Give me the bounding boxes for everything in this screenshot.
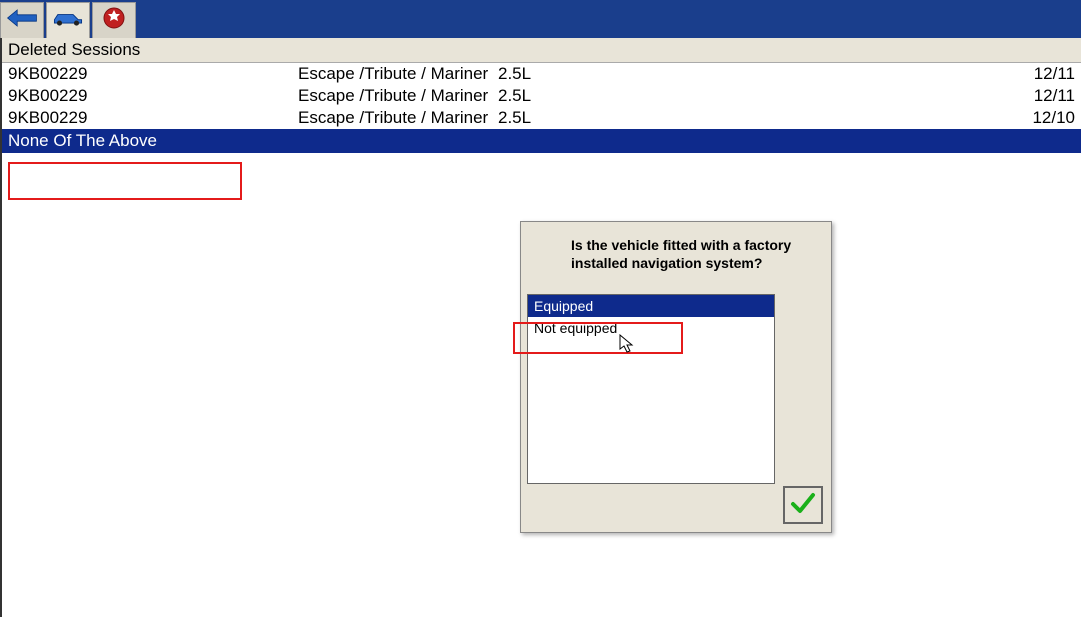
checkmark-icon (790, 490, 816, 521)
session-date: 12/11 (1015, 86, 1075, 106)
session-row[interactable]: 9KB00229 Escape /Tribute / Mariner 2.5L … (2, 85, 1081, 107)
content-area: Deleted Sessions 9KB00229 Escape /Tribut… (0, 38, 1081, 617)
car-icon (51, 8, 85, 33)
tools-icon (100, 4, 128, 37)
title-bar (0, 0, 1081, 38)
tab-back[interactable] (0, 2, 44, 38)
session-row[interactable]: 9KB00229 Escape /Tribute / Mariner 2.5L … (2, 107, 1081, 129)
session-vin: 9KB00229 (8, 86, 298, 106)
session-vehicle: Escape /Tribute / Mariner (298, 108, 498, 128)
option-equipped[interactable]: Equipped (528, 295, 774, 317)
back-arrow-icon (6, 6, 38, 35)
highlight-box-none (8, 162, 242, 200)
session-vin: 9KB00229 (8, 64, 298, 84)
session-vin: 9KB00229 (8, 108, 298, 128)
toolbar-tabs (0, 0, 138, 38)
navigation-dialog: Is the vehicle fitted with a factory ins… (520, 221, 832, 533)
tab-vehicle[interactable] (46, 2, 90, 38)
section-header: Deleted Sessions (2, 38, 1081, 63)
tab-tools[interactable] (92, 2, 136, 38)
dialog-question: Is the vehicle fitted with a factory ins… (521, 222, 831, 282)
session-date: 12/10 (1015, 108, 1075, 128)
ok-button[interactable] (783, 486, 823, 524)
session-engine: 2.5L (498, 108, 1015, 128)
option-not-equipped[interactable]: Not equipped (528, 317, 774, 339)
session-date: 12/11 (1015, 64, 1075, 84)
session-engine: 2.5L (498, 86, 1015, 106)
session-engine: 2.5L (498, 64, 1015, 84)
session-row[interactable]: 9KB00229 Escape /Tribute / Mariner 2.5L … (2, 63, 1081, 85)
session-vehicle: Escape /Tribute / Mariner (298, 86, 498, 106)
none-of-the-above-row[interactable]: None Of The Above (2, 129, 1081, 153)
session-vehicle: Escape /Tribute / Mariner (298, 64, 498, 84)
dialog-option-list: Equipped Not equipped (527, 294, 775, 484)
